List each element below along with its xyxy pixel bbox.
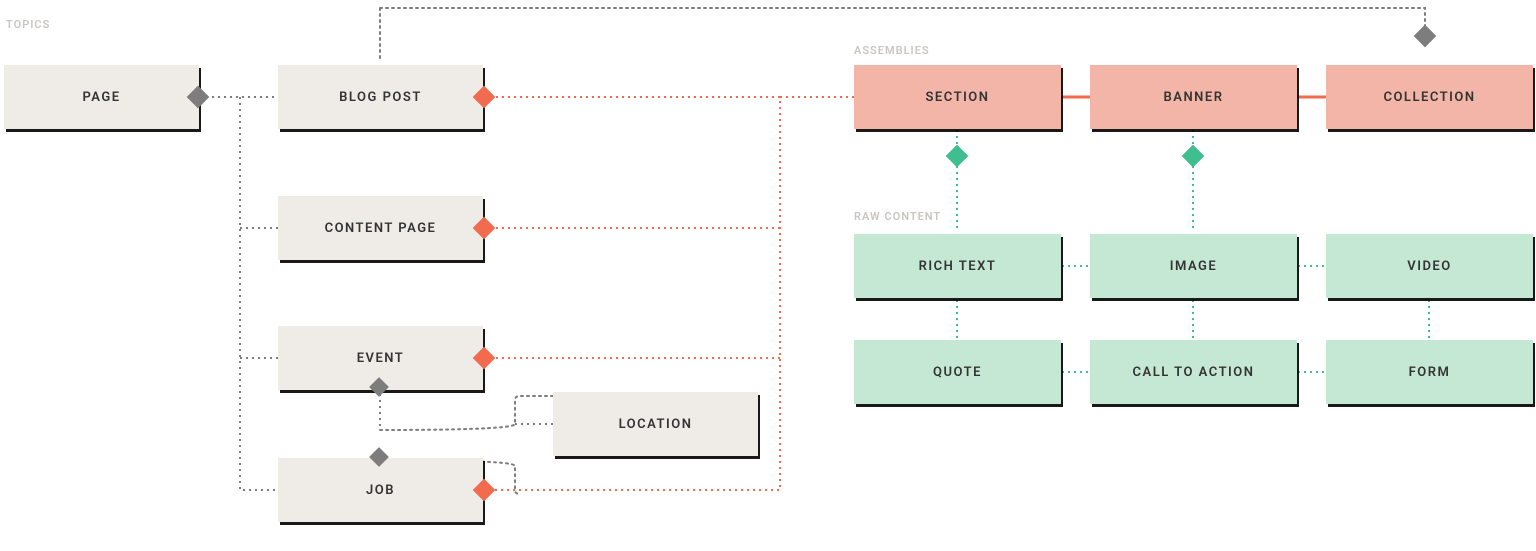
collection-node: COLLECTION [1326, 65, 1533, 129]
form-node-label: FORM [1409, 365, 1451, 380]
event-node: EVENT [278, 326, 483, 390]
diamond-icon [1182, 145, 1205, 168]
page-node: PAGE [4, 65, 199, 129]
content-page-node-label: CONTENT PAGE [325, 221, 437, 236]
location-node-label: LOCATION [619, 417, 693, 432]
video-node-label: VIDEO [1407, 259, 1451, 274]
quote-node-label: QUOTE [933, 365, 982, 380]
location-node: LOCATION [553, 392, 758, 456]
form-node: FORM [1326, 340, 1533, 404]
page-node-label: PAGE [82, 90, 120, 105]
section-node: SECTION [854, 65, 1061, 129]
blog-post-node-label: BLOG POST [339, 90, 422, 105]
diamond-layer [0, 0, 1536, 551]
rich-text-node: RICH TEXT [854, 234, 1061, 298]
topics-section-label: TOPICS [6, 18, 50, 31]
assemblies-section-label: ASSEMBLIES [854, 44, 930, 57]
video-node: VIDEO [1326, 234, 1533, 298]
blog-post-node: BLOG POST [278, 65, 483, 129]
image-node: IMAGE [1090, 234, 1297, 298]
collection-node-label: COLLECTION [1383, 90, 1475, 105]
image-node-label: IMAGE [1170, 259, 1218, 274]
banner-node: BANNER [1090, 65, 1297, 129]
diamond-icon [946, 145, 969, 168]
quote-node: QUOTE [854, 340, 1061, 404]
raw-content-section-label: RAW CONTENT [854, 210, 941, 223]
event-node-label: EVENT [357, 351, 405, 366]
call-to-action-node-label: CALL TO ACTION [1133, 365, 1255, 380]
diamond-icon [1414, 25, 1437, 48]
job-node: JOB [278, 458, 483, 522]
connectors-svg [0, 0, 1536, 551]
content-page-node: CONTENT PAGE [278, 196, 483, 260]
banner-node-label: BANNER [1164, 90, 1224, 105]
section-node-label: SECTION [926, 90, 990, 105]
rich-text-node-label: RICH TEXT [919, 259, 997, 274]
job-node-label: JOB [366, 483, 395, 498]
call-to-action-node: CALL TO ACTION [1090, 340, 1297, 404]
